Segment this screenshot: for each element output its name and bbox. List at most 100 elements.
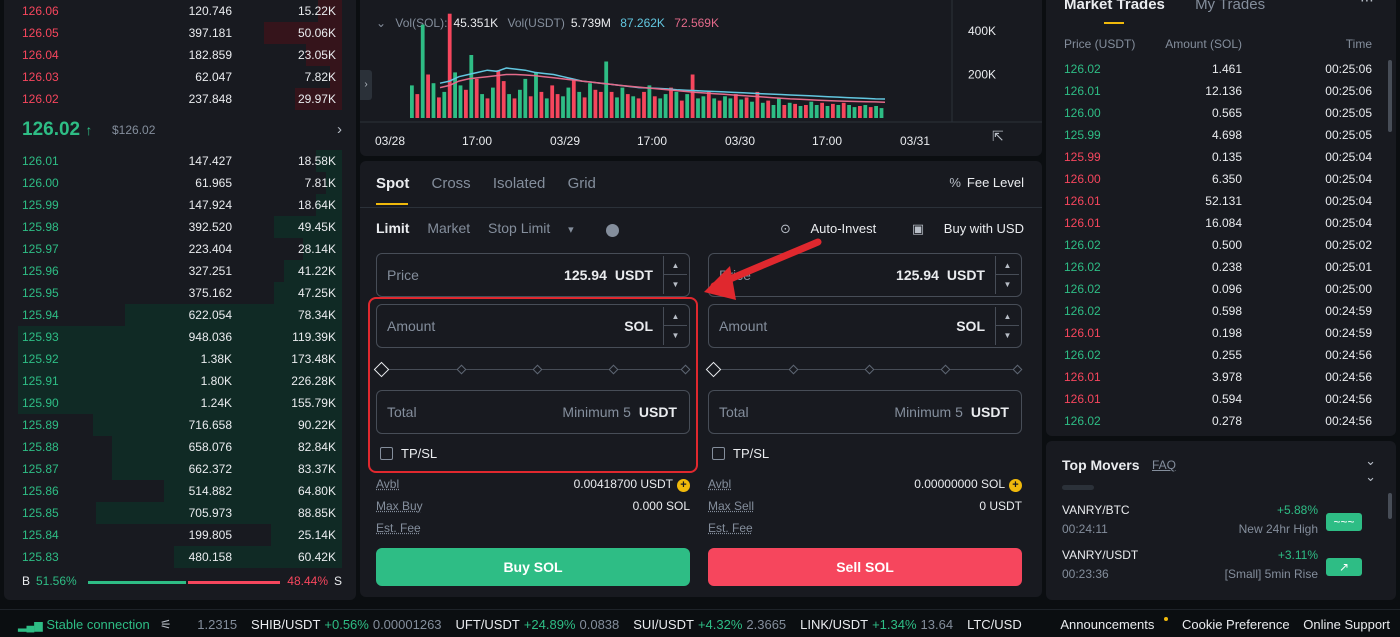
filter-pill[interactable]: [1062, 485, 1094, 490]
tab-isolated[interactable]: Isolated: [493, 175, 546, 192]
bid-row[interactable]: 125.91 1.80K 226.28K: [4, 370, 356, 392]
buy-price-stepper[interactable]: ▲ ▼: [663, 256, 687, 294]
buy-sol-button[interactable]: Buy SOL: [376, 548, 690, 586]
tab-stop-limit[interactable]: Stop Limit ▾: [488, 220, 588, 236]
last-price[interactable]: 126.02 ↑ $126.02 ›: [22, 117, 342, 145]
bid-amount: 622.054: [188, 308, 232, 322]
slider-step-100[interactable]: [1012, 364, 1023, 375]
volume-bar: [566, 87, 571, 118]
bid-row[interactable]: 125.95 375.162 47.25K: [4, 282, 356, 304]
ask-row[interactable]: 126.03 62.047 7.82K: [4, 66, 356, 88]
bid-row[interactable]: 126.01 147.427 18.58K: [4, 150, 356, 172]
tab-market-trades[interactable]: Market Trades: [1064, 0, 1165, 13]
slider-step-50[interactable]: [864, 364, 875, 375]
slider-step-75[interactable]: [940, 364, 951, 375]
bid-row[interactable]: 126.00 61.965 7.81K: [4, 172, 356, 194]
mover-trend-badge[interactable]: ~~~: [1326, 513, 1362, 531]
volume-bar: [410, 85, 414, 118]
ask-row[interactable]: 126.06 120.746 15.22K: [4, 0, 356, 22]
buy-with-usd-link[interactable]: ▣ Buy with USD: [896, 221, 1024, 236]
sell-amount-stepper[interactable]: ▲ ▼: [995, 307, 1019, 345]
bid-row[interactable]: 125.96 327.251 41.22K: [4, 260, 356, 282]
online-support-link[interactable]: Online Support: [1303, 617, 1390, 632]
decrement-icon[interactable]: ▼: [996, 326, 1019, 345]
bid-price: 125.89: [22, 418, 59, 432]
trade-price: 126.02: [1064, 238, 1101, 252]
ticker-item[interactable]: SHIB/USDT +0.56% 0.00001263: [237, 617, 441, 632]
trade-time: 00:25:04: [1325, 216, 1372, 230]
settings-icon[interactable]: ⚟: [160, 617, 172, 632]
sell-sol-button[interactable]: Sell SOL: [708, 548, 1022, 586]
bid-row[interactable]: 125.92 1.38K 173.48K: [4, 348, 356, 370]
top-movers-scrollbar[interactable]: [1388, 493, 1392, 519]
volume-bar: [615, 97, 619, 118]
ticker-item[interactable]: SUI/USDT +4.32% 2.3665: [619, 617, 786, 632]
bid-row[interactable]: 125.93 948.036 119.39K: [4, 326, 356, 348]
bid-row[interactable]: 125.98 392.520 49.45K: [4, 216, 356, 238]
chevron-right-icon[interactable]: ›: [337, 121, 342, 138]
market-trades-scrollbar[interactable]: [1388, 60, 1392, 132]
buy-price-input[interactable]: Price 125.94 USDT ▲ ▼: [376, 253, 690, 297]
price-chart[interactable]: ⌄ Vol(SOL): 45.351K Vol(USDT) 5.739M 87.26…: [360, 0, 1042, 156]
tab-market[interactable]: Market: [427, 220, 470, 236]
tab-cross[interactable]: Cross: [432, 175, 471, 192]
tab-my-trades[interactable]: My Trades: [1195, 0, 1265, 13]
add-funds-icon[interactable]: +: [1009, 479, 1022, 492]
increment-icon[interactable]: ▲: [996, 307, 1019, 326]
bid-total: 28.14K: [297, 242, 336, 256]
more-icon[interactable]: ⋯: [1360, 0, 1374, 9]
ticker-item[interactable]: LINK/USDT +1.34% 13.64: [786, 617, 953, 632]
ask-row[interactable]: 126.02 237.848 29.97K: [4, 88, 356, 110]
bid-row[interactable]: 125.84 199.805 25.14K: [4, 524, 356, 546]
bid-row[interactable]: 125.88 658.076 82.84K: [4, 436, 356, 458]
increment-icon[interactable]: ▲: [664, 256, 687, 275]
ask-row[interactable]: 126.05 397.181 50.06K: [4, 22, 356, 44]
volume-bar: [442, 91, 447, 118]
mover-trend-badge[interactable]: ↗: [1326, 558, 1362, 576]
ticker-symbol: SHIB/USDT: [251, 617, 321, 632]
tab-grid[interactable]: Grid: [568, 175, 596, 192]
bid-row[interactable]: 125.89 716.658 90.22K: [4, 414, 356, 436]
cookie-preference-link[interactable]: Cookie Preference: [1182, 617, 1290, 632]
bid-row[interactable]: 125.99 147.924 18.64K: [4, 194, 356, 216]
x-tick-label: 03/28: [375, 134, 405, 148]
slider-handle[interactable]: [705, 361, 722, 378]
mover-item[interactable]: VANRY/BTC 00:24:11 +5.88% New 24hr High ~~~: [1062, 503, 1362, 543]
mover-item[interactable]: VANRY/USDT 00:23:36 +3.11% [Small] 5min Ris…: [1062, 548, 1362, 588]
bid-row[interactable]: 125.86 514.882 64.80K: [4, 480, 356, 502]
ticker-item[interactable]: UFT/USDT +24.89% 0.0838: [442, 617, 620, 632]
bid-row[interactable]: 125.90 1.24K 155.79K: [4, 392, 356, 414]
bid-row[interactable]: 125.94 622.054 78.34K: [4, 304, 356, 326]
sell-amount-slider[interactable]: [705, 361, 1023, 378]
tab-spot[interactable]: Spot: [376, 175, 409, 192]
bid-row[interactable]: 125.83 480.158 60.42K: [4, 546, 356, 568]
decrement-icon[interactable]: ▼: [664, 275, 687, 294]
fee-level-link[interactable]: % Fee Level: [949, 175, 1024, 190]
sell-price-stepper[interactable]: ▲ ▼: [995, 256, 1019, 294]
info-icon[interactable]: i: [605, 224, 619, 237]
add-funds-icon[interactable]: +: [677, 479, 690, 492]
ticker-item[interactable]: 1.2315: [175, 617, 237, 632]
ask-row[interactable]: 126.04 182.859 23.05K: [4, 44, 356, 66]
collapse-icon[interactable]: ⌄ ⌄: [1365, 453, 1376, 485]
bid-row[interactable]: 125.97 223.404 28.14K: [4, 238, 356, 260]
top-movers-faq-link[interactable]: FAQ: [1152, 458, 1176, 472]
announcements-link[interactable]: Announcements: [1050, 617, 1169, 632]
tab-limit[interactable]: Limit: [376, 220, 409, 236]
sell-tpsl-checkbox[interactable]: TP/SL: [712, 446, 769, 461]
volume-bar: [804, 105, 808, 118]
ask-total: 23.05K: [297, 48, 336, 62]
bid-row[interactable]: 125.87 662.372 83.37K: [4, 458, 356, 480]
checkbox-icon[interactable]: [712, 447, 725, 460]
fit-chart-icon[interactable]: ⇱: [992, 128, 1004, 145]
chart-collapse-handle[interactable]: ›: [360, 70, 372, 100]
bid-row[interactable]: 125.85 705.973 88.85K: [4, 502, 356, 524]
decrement-icon[interactable]: ▼: [996, 275, 1019, 294]
sell-total-input[interactable]: Total Minimum 5 USDT: [708, 390, 1022, 434]
sell-amount-input[interactable]: Amount SOL ▲ ▼: [708, 304, 1022, 348]
increment-icon[interactable]: ▲: [996, 256, 1019, 275]
slider-step-25[interactable]: [788, 364, 799, 375]
ask-price: 126.06: [22, 4, 59, 18]
volume-bar: [793, 103, 797, 118]
bid-total: 90.22K: [297, 418, 336, 432]
